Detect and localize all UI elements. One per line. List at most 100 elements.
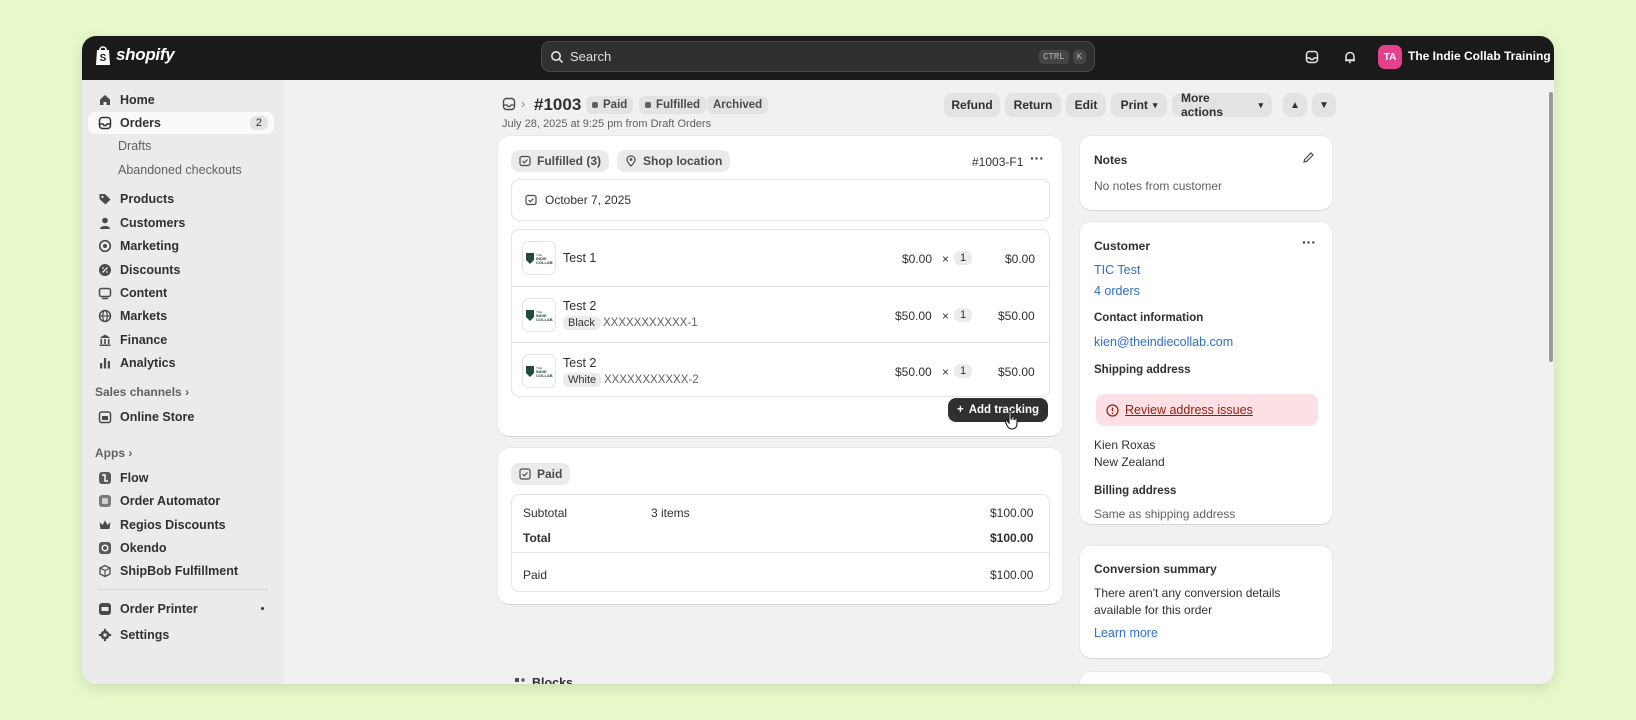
line-item-total: $50.00 [998,309,1035,323]
sidebar-item-analytics[interactable]: Analytics [88,352,274,374]
product-thumbnail[interactable]: THE INDIE COLLAB [522,354,556,388]
scrollbar[interactable] [1548,80,1554,684]
sidebar-item-customers[interactable]: Customers [88,212,274,234]
times-sign: × [942,309,950,323]
next-order-button[interactable]: ▼ [1312,93,1336,117]
home-icon [100,95,110,105]
order-inbox-icon[interactable] [502,97,516,111]
flow-app-icon [99,472,111,484]
variant-badge: Black [563,316,600,330]
avatar[interactable]: TA [1378,45,1402,69]
sidebar-item-okendo[interactable]: Okendo [88,537,274,559]
learn-more-link[interactable]: Learn more [1094,626,1158,640]
order-automator-app-icon [99,495,111,507]
product-thumbnail[interactable]: THE INDIE COLLAB [522,241,556,275]
sidebar-item-order-automator[interactable]: Order Automator [88,490,274,512]
logo-text-collab: COLLAB [536,260,553,265]
customer-orders-link[interactable]: 4 orders [1094,284,1140,298]
orders-count-badge: 2 [249,116,268,130]
sidebar-item-label: Okendo [120,541,167,555]
more-actions-button[interactable]: More actions ▾ [1172,91,1272,119]
search-icon [551,50,564,63]
subtotal-items: 3 items [651,506,690,520]
status-badge-label: Fulfilled [656,99,701,111]
review-address-link[interactable]: Review address issues [1125,403,1253,417]
sidebar-item-settings[interactable]: Settings [88,624,274,646]
sidebar-item-abandoned-checkouts[interactable]: Abandoned checkouts [88,159,274,181]
line-item-name[interactable]: Test 1 [563,251,596,265]
sidebar-item-products[interactable]: Products [88,188,274,210]
sidebar-item-regios-discounts[interactable]: Regios Discounts [88,514,274,536]
status-badge-label: Paid [603,99,628,111]
bank-icon [99,334,111,346]
logo-text-collab: COLLAB [536,317,553,322]
sidebar-item-label: Order Printer [120,602,198,616]
shopify-logo[interactable]: S shopify [94,44,175,66]
sidebar-item-flow[interactable]: Flow [88,467,274,489]
sidebar-item-online-store[interactable]: Online Store [88,406,274,428]
previous-order-button[interactable]: ▲ [1283,93,1307,117]
print-button[interactable]: Print ▾ [1111,93,1167,117]
sidebar-item-order-printer[interactable]: Order Printer [88,598,274,620]
paid-value: $100.00 [990,568,1034,582]
scrollbar-thumb[interactable] [1549,92,1553,362]
order-date-source: July 28, 2025 at 9:25 pm from Draft Orde… [502,118,712,130]
sidebar-item-content[interactable]: Content [88,282,274,304]
conversion-text-line1: There aren't any conversion details [1094,586,1281,600]
customer-name-link[interactable]: TIC Test [1094,263,1140,277]
search-bar[interactable]: Search CTRL K [541,41,1095,72]
sidebar-item-label: ShipBob Fulfillment [120,564,239,578]
line-item-name[interactable]: Test 2 [563,299,596,313]
shop-location-pill: Shop location [617,150,731,172]
more-options-icon[interactable]: ··· [1030,150,1044,166]
store-name[interactable]: The Indie Collab Training ... [1408,49,1554,63]
indie-collab-logo: THEINDIECOLLAB [526,253,553,265]
edit-button[interactable]: Edit [1066,93,1106,117]
line-item-total: $0.00 [1005,252,1036,266]
refund-button[interactable]: Refund [944,93,1000,117]
bell-icon[interactable] [1340,47,1360,67]
content-icon [98,287,112,300]
blocks-icon [515,678,525,682]
fulfilled-icon [525,194,537,206]
row-divider [512,286,1049,287]
sidebar-item-finance[interactable]: Finance [88,329,274,351]
pencil-icon[interactable] [1302,151,1315,164]
fulfillment-date: October 7, 2025 [545,193,632,207]
shopify-wordmark: shopify [116,45,175,64]
sales-channels-label: Sales channels [95,385,182,399]
edit-button-label: Edit [1074,98,1098,112]
sidebar-item-orders[interactable]: Orders 2 [88,112,274,134]
line-item-name[interactable]: Test 2 [563,356,596,370]
page-title: #1003 [534,95,582,114]
sidebar-item-label: Marketing [120,239,180,253]
sidebar-item-label: Discounts [120,263,181,277]
indie-collab-logo: THEINDIECOLLAB [526,310,553,322]
sidebar-item-shipbob[interactable]: ShipBob Fulfillment [88,560,274,582]
inbox-icon[interactable] [1302,47,1322,67]
sidebar-item-label: Markets [120,309,168,323]
return-button[interactable]: Return [1005,93,1061,117]
more-options-icon[interactable]: ··· [1302,234,1316,250]
variant-badge: White [563,373,602,387]
subtotal-label: Subtotal [523,506,568,520]
paid-status-pill: Paid [511,463,571,485]
add-tracking-button[interactable]: + Add tracking [948,398,1048,422]
notes-title: Notes [1094,153,1128,167]
sidebar-item-label: Order Automator [120,494,221,508]
sidebar-item-drafts[interactable]: Drafts [88,135,274,157]
product-thumbnail[interactable]: THE INDIE COLLAB [522,298,556,332]
box-icon [99,564,111,578]
sidebar-item-marketing[interactable]: Marketing [88,235,274,257]
sales-channels-heading[interactable]: Sales channels › [95,385,189,399]
apps-heading[interactable]: Apps › [95,446,132,460]
sidebar-divider [98,589,268,590]
sidebar-item-discounts[interactable]: Discounts [88,259,274,281]
sidebar-item-home[interactable]: Home [88,89,274,111]
address-line-1: Kien Roxas [1094,438,1156,452]
line-item-qty: 1 [954,364,973,378]
customer-email-link[interactable]: kien@theindiecollab.com [1094,335,1233,349]
sidebar-item-markets[interactable]: Markets [88,305,274,327]
review-address-banner[interactable]: Review address issues [1096,394,1318,426]
paid-status-label: Paid [537,467,563,481]
